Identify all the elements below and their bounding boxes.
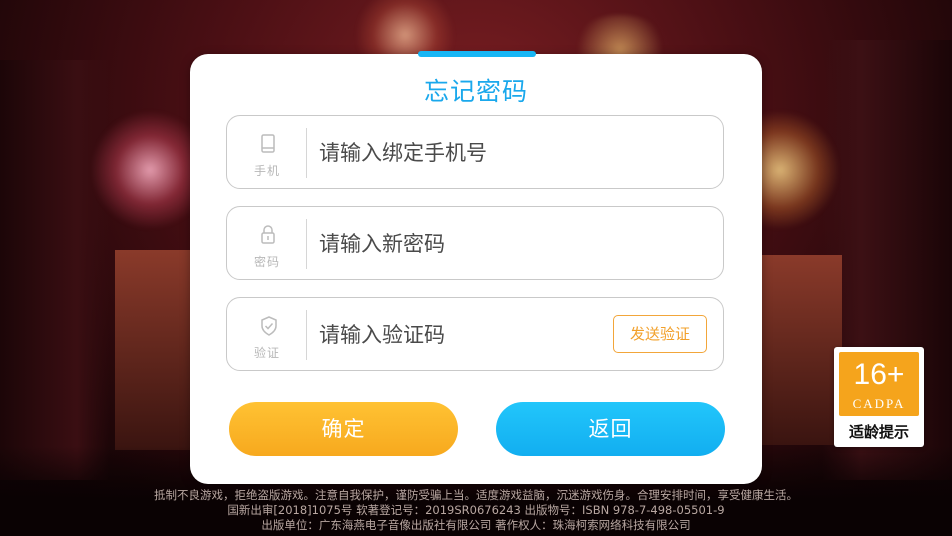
castle-tower-left: [0, 60, 110, 480]
phone-input[interactable]: [317, 134, 611, 172]
verification-code-field[interactable]: 验证 发送验证: [226, 297, 724, 371]
shield-check-icon: [261, 316, 277, 336]
back-button[interactable]: 返回: [496, 402, 725, 456]
age-rating-label: 适龄提示: [848, 423, 909, 441]
dialog-top-accent: [418, 51, 536, 57]
footer-notice: 抵制不良游戏，拒绝盗版游戏。注意自我保护，谨防受骗上当。适度游戏益脑，沉迷游戏伤…: [0, 488, 952, 533]
age-rating-number: 16+: [853, 358, 905, 391]
castle-wall-right: [762, 255, 842, 445]
publication-info: 国新出审[2018]1075号 软著登记号：2019SR0676243 出版物号…: [227, 503, 725, 517]
phone-icon-box: 手机: [227, 128, 307, 178]
dialog-title: 忘记密码: [423, 77, 528, 106]
lock-icon: [261, 225, 275, 244]
lock-icon-box: 密码: [227, 219, 307, 269]
shield-icon-label: 验证: [253, 346, 280, 360]
forgot-password-dialog: 忘记密码 手机 密码 验证: [190, 51, 762, 484]
age-rating-org: CADPA: [852, 396, 906, 411]
health-notice: 抵制不良游戏，拒绝盗版游戏。注意自我保护，谨防受骗上当。适度游戏益脑，沉迷游戏伤…: [154, 488, 798, 502]
verification-code-input[interactable]: [317, 316, 611, 354]
lock-icon-label: 密码: [253, 255, 280, 269]
confirm-button[interactable]: 确定: [229, 402, 458, 456]
send-code-button[interactable]: 发送验证: [613, 315, 707, 353]
phone-icon: [261, 134, 275, 153]
new-password-input[interactable]: [317, 225, 611, 263]
new-password-field[interactable]: 密码: [226, 206, 724, 280]
phone-icon-label: 手机: [253, 164, 280, 178]
shield-icon-box: 验证: [227, 310, 307, 360]
publisher-info: 出版单位：广东海燕电子音像出版社有限公司 著作权人：珠海柯索网络科技有限公司: [261, 518, 691, 532]
age-rating-panel: 16+ CADPA: [839, 352, 919, 416]
age-rating-badge: 16+ CADPA 适龄提示: [834, 347, 924, 447]
phone-field[interactable]: 手机: [226, 115, 724, 189]
castle-wall-left: [115, 250, 195, 450]
